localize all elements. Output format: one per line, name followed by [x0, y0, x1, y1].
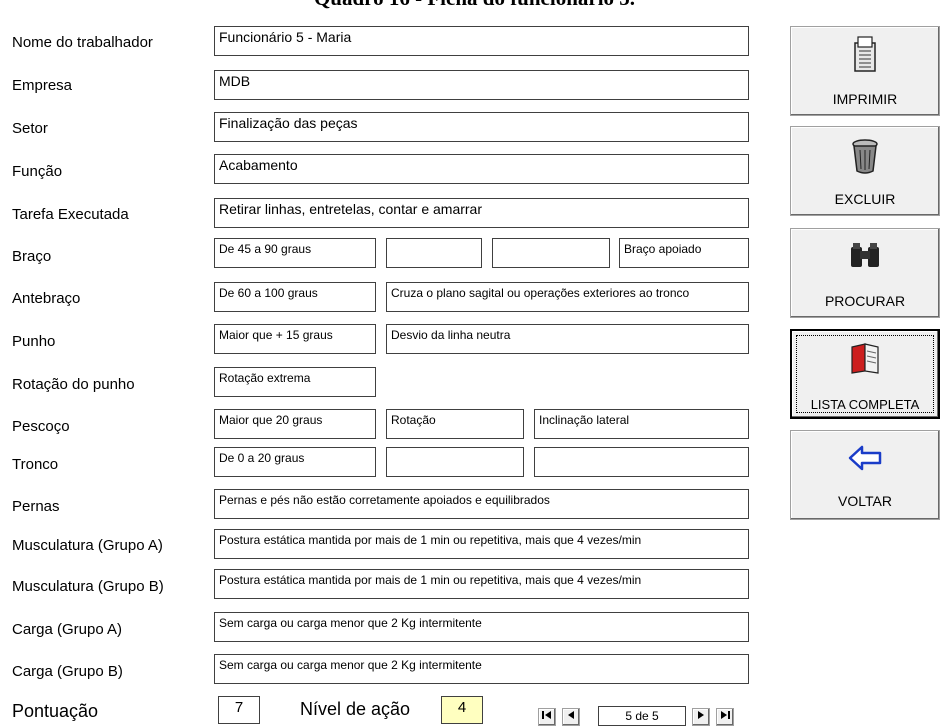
- back-arrow-icon: [791, 443, 939, 478]
- record-counter[interactable]: 5 de 5: [598, 706, 686, 726]
- musculatura-a-field[interactable]: Postura estática mantida por mais de 1 m…: [214, 529, 749, 559]
- label-tronco: Tronco: [12, 456, 59, 473]
- label-pernas: Pernas: [12, 498, 60, 515]
- label-tarefa: Tarefa Executada: [12, 206, 129, 223]
- book-icon: [792, 341, 938, 380]
- tronco-field-1[interactable]: De 0 a 20 graus: [214, 447, 376, 477]
- rotacao-punho-field[interactable]: Rotação extrema: [214, 367, 376, 397]
- first-record-icon: [542, 711, 551, 719]
- previous-record-button[interactable]: [562, 708, 580, 726]
- next-record-button[interactable]: [692, 708, 710, 726]
- punho-field-1[interactable]: Maior que + 15 graus: [214, 324, 376, 354]
- antebraco-field-2[interactable]: Cruza o plano sagital ou operações exter…: [386, 282, 749, 312]
- label-pontuacao: Pontuação: [12, 701, 99, 721]
- procurar-label: PROCURAR: [824, 293, 906, 309]
- last-record-icon: [721, 711, 730, 719]
- nivel-acao-field[interactable]: 4: [441, 696, 483, 724]
- label-punho: Punho: [12, 333, 56, 350]
- label-nome: Nome do trabalhador: [12, 34, 153, 51]
- tronco-field-2[interactable]: [386, 447, 524, 477]
- imprimir-label: IMPRIMIR: [832, 91, 898, 107]
- voltar-label: VOLTAR: [838, 493, 892, 509]
- musculatura-b-field[interactable]: Postura estática mantida por mais de 1 m…: [214, 569, 749, 599]
- figure-caption: Quadro 16 - Ficha do funcionário 5.: [0, 0, 949, 11]
- label-antebraco: Antebraço: [12, 290, 81, 307]
- pernas-field[interactable]: Pernas e pés não estão corretamente apoi…: [214, 489, 749, 519]
- label-funcao: Função: [12, 163, 63, 180]
- setor-field[interactable]: Finalização das peças: [214, 112, 749, 142]
- punho-field-2[interactable]: Desvio da linha neutra: [386, 324, 749, 354]
- pescoco-field-3[interactable]: Inclinação lateral: [534, 409, 749, 439]
- next-record-icon: [698, 711, 704, 719]
- label-musculatura-b: Musculatura (Grupo B): [12, 578, 164, 595]
- label-braco: Braço: [12, 248, 52, 265]
- excluir-button[interactable]: EXCLUIR: [790, 126, 940, 216]
- binoculars-icon: [791, 241, 939, 276]
- label-setor: Setor: [12, 120, 48, 137]
- braco-field-4[interactable]: Braço apoiado: [619, 238, 749, 268]
- funcao-field[interactable]: Acabamento: [214, 154, 749, 184]
- carga-a-field[interactable]: Sem carga ou carga menor que 2 Kg interm…: [214, 612, 749, 642]
- label-carga-a: Carga (Grupo A): [12, 621, 123, 638]
- braco-field-2[interactable]: [386, 238, 482, 268]
- label-empresa: Empresa: [12, 77, 73, 94]
- empresa-field[interactable]: MDB: [214, 70, 749, 100]
- braco-field-3[interactable]: [492, 238, 610, 268]
- previous-record-icon: [568, 711, 574, 719]
- excluir-label: EXCLUIR: [834, 191, 896, 207]
- nome-field[interactable]: Funcionário 5 - Maria: [214, 26, 749, 56]
- pescoco-field-1[interactable]: Maior que 20 graus: [214, 409, 376, 439]
- carga-b-field[interactable]: Sem carga ou carga menor que 2 Kg interm…: [214, 654, 749, 684]
- trash-icon: [791, 137, 939, 180]
- braco-field-1[interactable]: De 45 a 90 graus: [214, 238, 376, 268]
- lista-completa-label: LISTA COMPLETA: [810, 397, 920, 412]
- label-rotacao-punho: Rotação do punho: [12, 376, 135, 393]
- imprimir-button[interactable]: IMPRIMIR: [790, 26, 940, 116]
- tronco-field-3[interactable]: [534, 447, 749, 477]
- label-pescoco: Pescoço: [12, 418, 70, 435]
- label-musculatura-a: Musculatura (Grupo A): [12, 537, 163, 554]
- label-nivel-acao: Nível de ação: [300, 699, 411, 719]
- first-record-button[interactable]: [538, 708, 556, 726]
- tarefa-field[interactable]: Retirar linhas, entretelas, contar e ama…: [214, 198, 749, 228]
- procurar-button[interactable]: PROCURAR: [790, 228, 940, 318]
- lista-completa-button[interactable]: LISTA COMPLETA: [790, 329, 940, 419]
- pontuacao-field[interactable]: 7: [218, 696, 260, 724]
- printer-icon: [791, 35, 939, 80]
- pescoco-field-2[interactable]: Rotação: [386, 409, 524, 439]
- label-carga-b: Carga (Grupo B): [12, 663, 123, 680]
- voltar-button[interactable]: VOLTAR: [790, 430, 940, 520]
- last-record-button[interactable]: [716, 708, 734, 726]
- antebraco-field-1[interactable]: De 60 a 100 graus: [214, 282, 376, 312]
